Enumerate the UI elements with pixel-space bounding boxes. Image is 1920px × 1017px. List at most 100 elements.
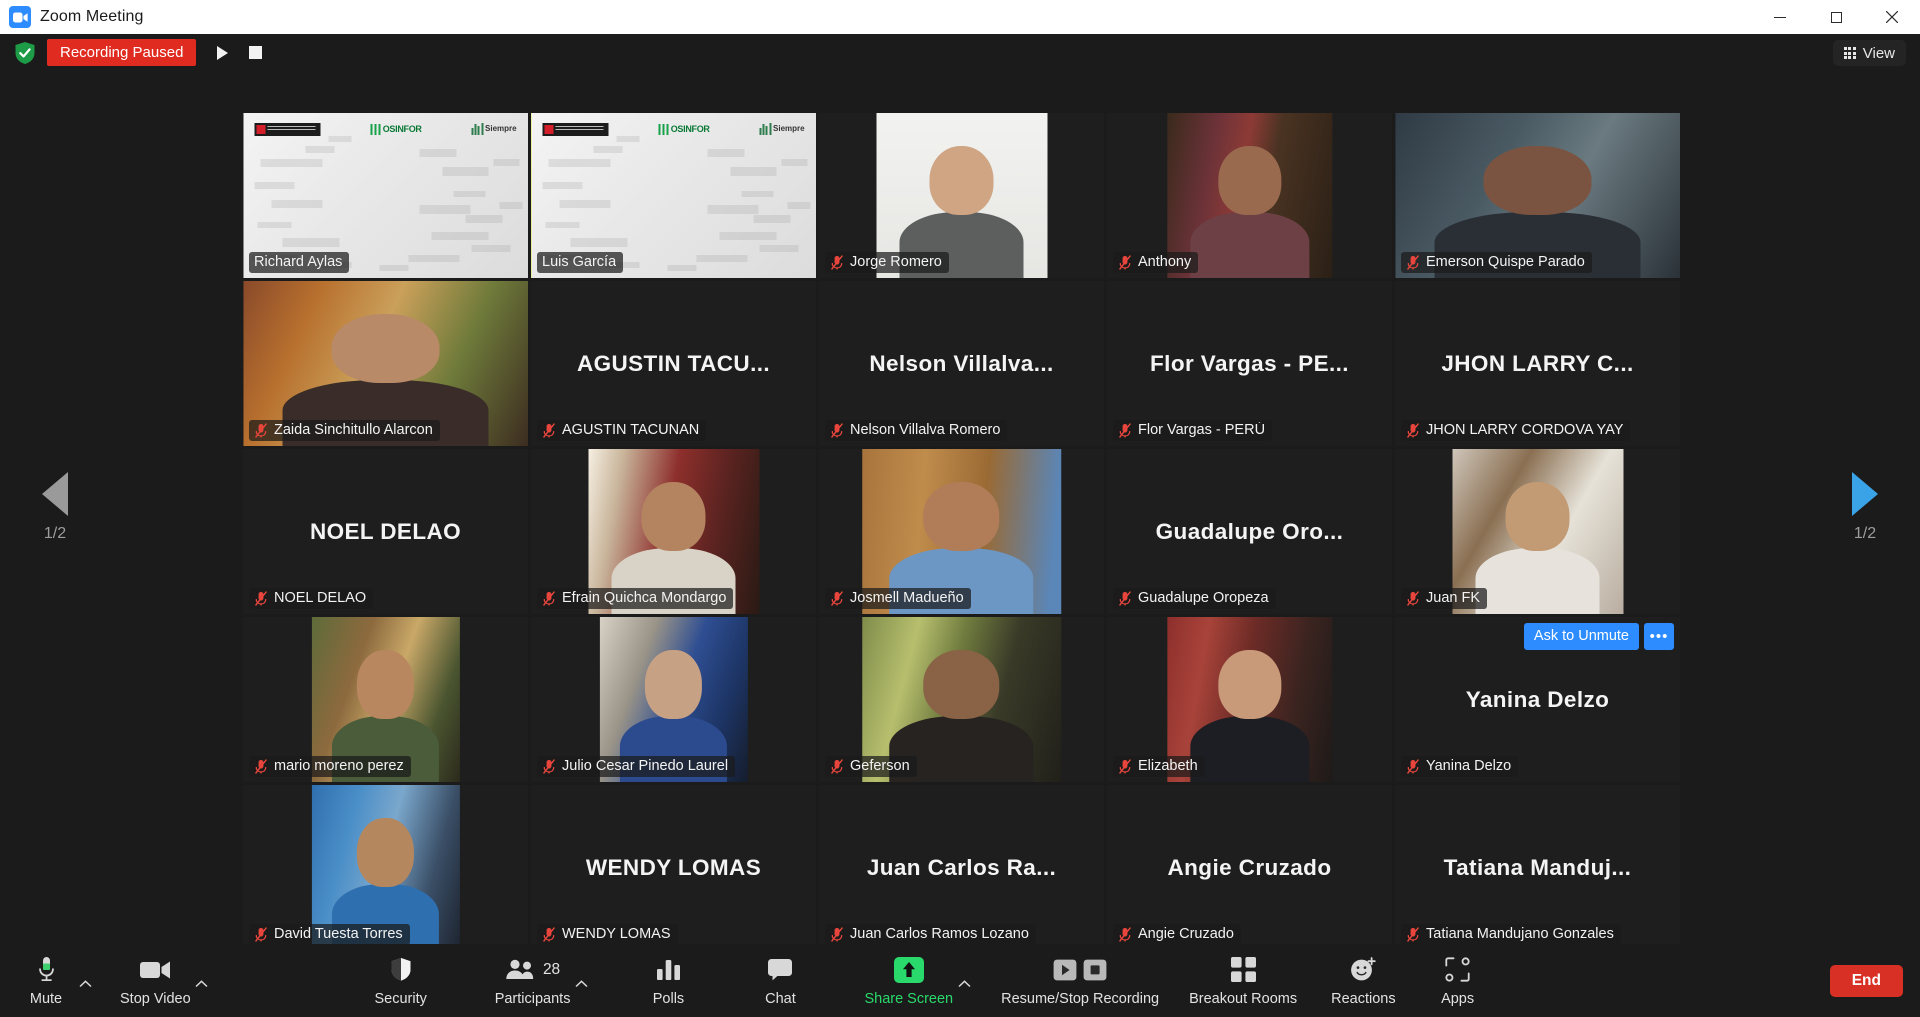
participant-name: Nelson Villalva Romero bbox=[850, 422, 1001, 438]
participant-tile[interactable]: Efrain Quichca Mondargo bbox=[531, 449, 816, 614]
participant-tile[interactable]: Anthony bbox=[1107, 113, 1392, 278]
breakout-rooms-button[interactable]: Breakout Rooms bbox=[1185, 944, 1301, 1017]
participant-tile[interactable]: OSINFOR Siempre Luis García bbox=[531, 113, 816, 278]
background-logos: OSINFOR Siempre bbox=[542, 121, 805, 137]
participants-button[interactable]: 28 Participants bbox=[491, 944, 575, 1017]
participant-tile[interactable]: Jorge Romero bbox=[819, 113, 1104, 278]
participant-name-label: JHON LARRY CORDOVA YAY bbox=[1401, 420, 1631, 441]
previous-page-control[interactable]: 1/2 bbox=[0, 71, 110, 944]
resume-stop-recording-label: Resume/Stop Recording bbox=[1001, 990, 1160, 1007]
minimize-button[interactable] bbox=[1752, 0, 1808, 34]
muted-microphone-icon bbox=[1407, 926, 1419, 942]
participant-tile[interactable]: Geferson bbox=[819, 617, 1104, 782]
zoom-meeting-window: Zoom Meeting Recording Paused View 1/2 1… bbox=[0, 0, 1920, 1017]
participant-name: Zaida Sinchitullo Alarcon bbox=[274, 422, 433, 438]
participant-tile[interactable]: Guadalupe Oro... Guadalupe Oropeza bbox=[1107, 449, 1392, 614]
participant-face bbox=[641, 482, 706, 552]
close-button[interactable] bbox=[1864, 0, 1920, 34]
muted-microphone-icon bbox=[1407, 590, 1419, 606]
video-options-chevron-up-icon[interactable] bbox=[195, 966, 209, 996]
muted-microphone-icon bbox=[831, 758, 843, 774]
participant-tile[interactable]: Emerson Quispe Parado bbox=[1395, 113, 1680, 278]
share-options-chevron-up-icon[interactable] bbox=[957, 966, 971, 996]
participants-options-chevron-up-icon[interactable] bbox=[574, 966, 588, 996]
stop-recording-button[interactable] bbox=[240, 39, 270, 66]
chat-button[interactable]: Chat bbox=[748, 944, 812, 1017]
muted-microphone-icon bbox=[1119, 926, 1131, 942]
maximize-button[interactable] bbox=[1808, 0, 1864, 34]
participant-tile[interactable]: Angie Cruzado Angie Cruzado bbox=[1107, 785, 1392, 950]
participant-name: Richard Aylas bbox=[254, 254, 343, 270]
meeting-controls-toolbar: Mute Stop Video Security 28 Participants… bbox=[0, 944, 1920, 1017]
participant-tile[interactable]: NOEL DELAO NOEL DELAO bbox=[243, 449, 528, 614]
people-icon: 28 bbox=[505, 955, 560, 985]
security-button[interactable]: Security bbox=[369, 944, 433, 1017]
muted-microphone-icon bbox=[1119, 758, 1131, 774]
participant-tile[interactable]: Elizabeth bbox=[1107, 617, 1392, 782]
play-icon bbox=[216, 45, 228, 60]
window-titlebar: Zoom Meeting bbox=[0, 0, 1920, 34]
participant-tile[interactable]: AGUSTIN TACU... AGUSTIN TACUNAN bbox=[531, 281, 816, 446]
participant-name-label: WENDY LOMAS bbox=[537, 924, 678, 945]
resume-stop-recording-button[interactable]: Resume/Stop Recording bbox=[997, 944, 1163, 1017]
stop-video-button[interactable]: Stop Video bbox=[116, 944, 195, 1017]
chevron-right-icon[interactable] bbox=[1852, 472, 1878, 516]
participant-face bbox=[357, 818, 414, 888]
participant-grid: OSINFOR Siempre Richard Aylas OSINFOR Siempr… bbox=[243, 113, 1680, 950]
participant-name: Josmell Madueño bbox=[850, 590, 964, 606]
participant-tile[interactable]: Zaida Sinchitullo Alarcon bbox=[243, 281, 528, 446]
participant-tile[interactable]: Tatiana Manduj... Tatiana Mandujano Gonza… bbox=[1395, 785, 1680, 950]
apps-button[interactable]: Apps bbox=[1426, 944, 1490, 1017]
view-button[interactable]: View bbox=[1832, 40, 1906, 66]
next-page-control[interactable]: 1/2 bbox=[1810, 71, 1920, 944]
mute-group: Mute bbox=[14, 944, 92, 1017]
reactions-button[interactable]: Reactions bbox=[1327, 944, 1399, 1017]
participant-tile[interactable]: Flor Vargas - PE... Flor Vargas - PERÚ bbox=[1107, 281, 1392, 446]
participant-body bbox=[1189, 212, 1309, 278]
participant-tile[interactable]: Juan FK bbox=[1395, 449, 1680, 614]
muted-microphone-icon bbox=[255, 590, 267, 606]
microphone-icon bbox=[37, 955, 56, 985]
muted-microphone-icon bbox=[831, 254, 843, 270]
recording-status-text: Recording Paused bbox=[60, 44, 184, 61]
share-screen-button[interactable]: Share Screen bbox=[860, 944, 957, 1017]
grid-icon bbox=[1843, 46, 1856, 60]
participant-tile[interactable]: OSINFOR Siempre Richard Aylas bbox=[243, 113, 528, 278]
participant-name-label: AGUSTIN TACUNAN bbox=[537, 420, 707, 441]
participant-tile[interactable]: Josmell Madueño bbox=[819, 449, 1104, 614]
participant-tile[interactable]: WENDY LOMAS WENDY LOMAS bbox=[531, 785, 816, 950]
participant-tile[interactable]: David Tuesta Torres bbox=[243, 785, 528, 950]
participant-name-label: Nelson Villalva Romero bbox=[825, 420, 1008, 441]
participant-name: mario moreno perez bbox=[274, 758, 404, 774]
security-label: Security bbox=[374, 990, 427, 1007]
participant-tile[interactable]: Juan Carlos Ra... Juan Carlos Ramos Lozan… bbox=[819, 785, 1104, 950]
polls-button[interactable]: Polls bbox=[636, 944, 700, 1017]
smiley-plus-icon bbox=[1350, 955, 1377, 985]
recording-icons bbox=[1053, 955, 1107, 985]
participant-name-label: Anthony bbox=[1113, 252, 1199, 273]
participant-tile[interactable]: Yanina Delzo Ask to Unmute ••• Yanina Delzo bbox=[1395, 617, 1680, 782]
participant-tile[interactable]: Nelson Villalva... Nelson Villalva Romero bbox=[819, 281, 1104, 446]
participant-name: Juan Carlos Ramos Lozano bbox=[850, 926, 1029, 942]
end-meeting-button[interactable]: End bbox=[1829, 965, 1903, 997]
participant-tile[interactable]: mario moreno perez bbox=[243, 617, 528, 782]
mute-button[interactable]: Mute bbox=[14, 944, 78, 1017]
audio-options-chevron-up-icon[interactable] bbox=[78, 966, 92, 996]
resume-recording-button[interactable] bbox=[207, 39, 237, 66]
upload-arrow-icon bbox=[893, 955, 924, 985]
more-options-button[interactable]: ••• bbox=[1644, 623, 1674, 650]
participant-face bbox=[1483, 146, 1592, 216]
participant-name-label: mario moreno perez bbox=[249, 756, 411, 777]
speech-bubble-icon bbox=[767, 955, 793, 985]
ask-to-unmute-button[interactable]: Ask to Unmute bbox=[1523, 623, 1639, 650]
background-logos: OSINFOR Siempre bbox=[254, 121, 517, 137]
muted-microphone-icon bbox=[1407, 758, 1419, 774]
participant-tile[interactable]: Julio Cesar Pinedo Laurel bbox=[531, 617, 816, 782]
video-stage: 1/2 1/2 OSINFOR Siempre Richard Aylas OSINF… bbox=[0, 71, 1920, 950]
security-shield-icon[interactable] bbox=[12, 40, 38, 66]
participant-name-label: Julio Cesar Pinedo Laurel bbox=[537, 756, 736, 777]
siempre-logo: Siempre bbox=[759, 123, 805, 136]
participant-tile[interactable]: JHON LARRY C... JHON LARRY CORDOVA YAY bbox=[1395, 281, 1680, 446]
zoom-camera-icon bbox=[9, 6, 31, 28]
chevron-left-icon[interactable] bbox=[42, 472, 68, 516]
